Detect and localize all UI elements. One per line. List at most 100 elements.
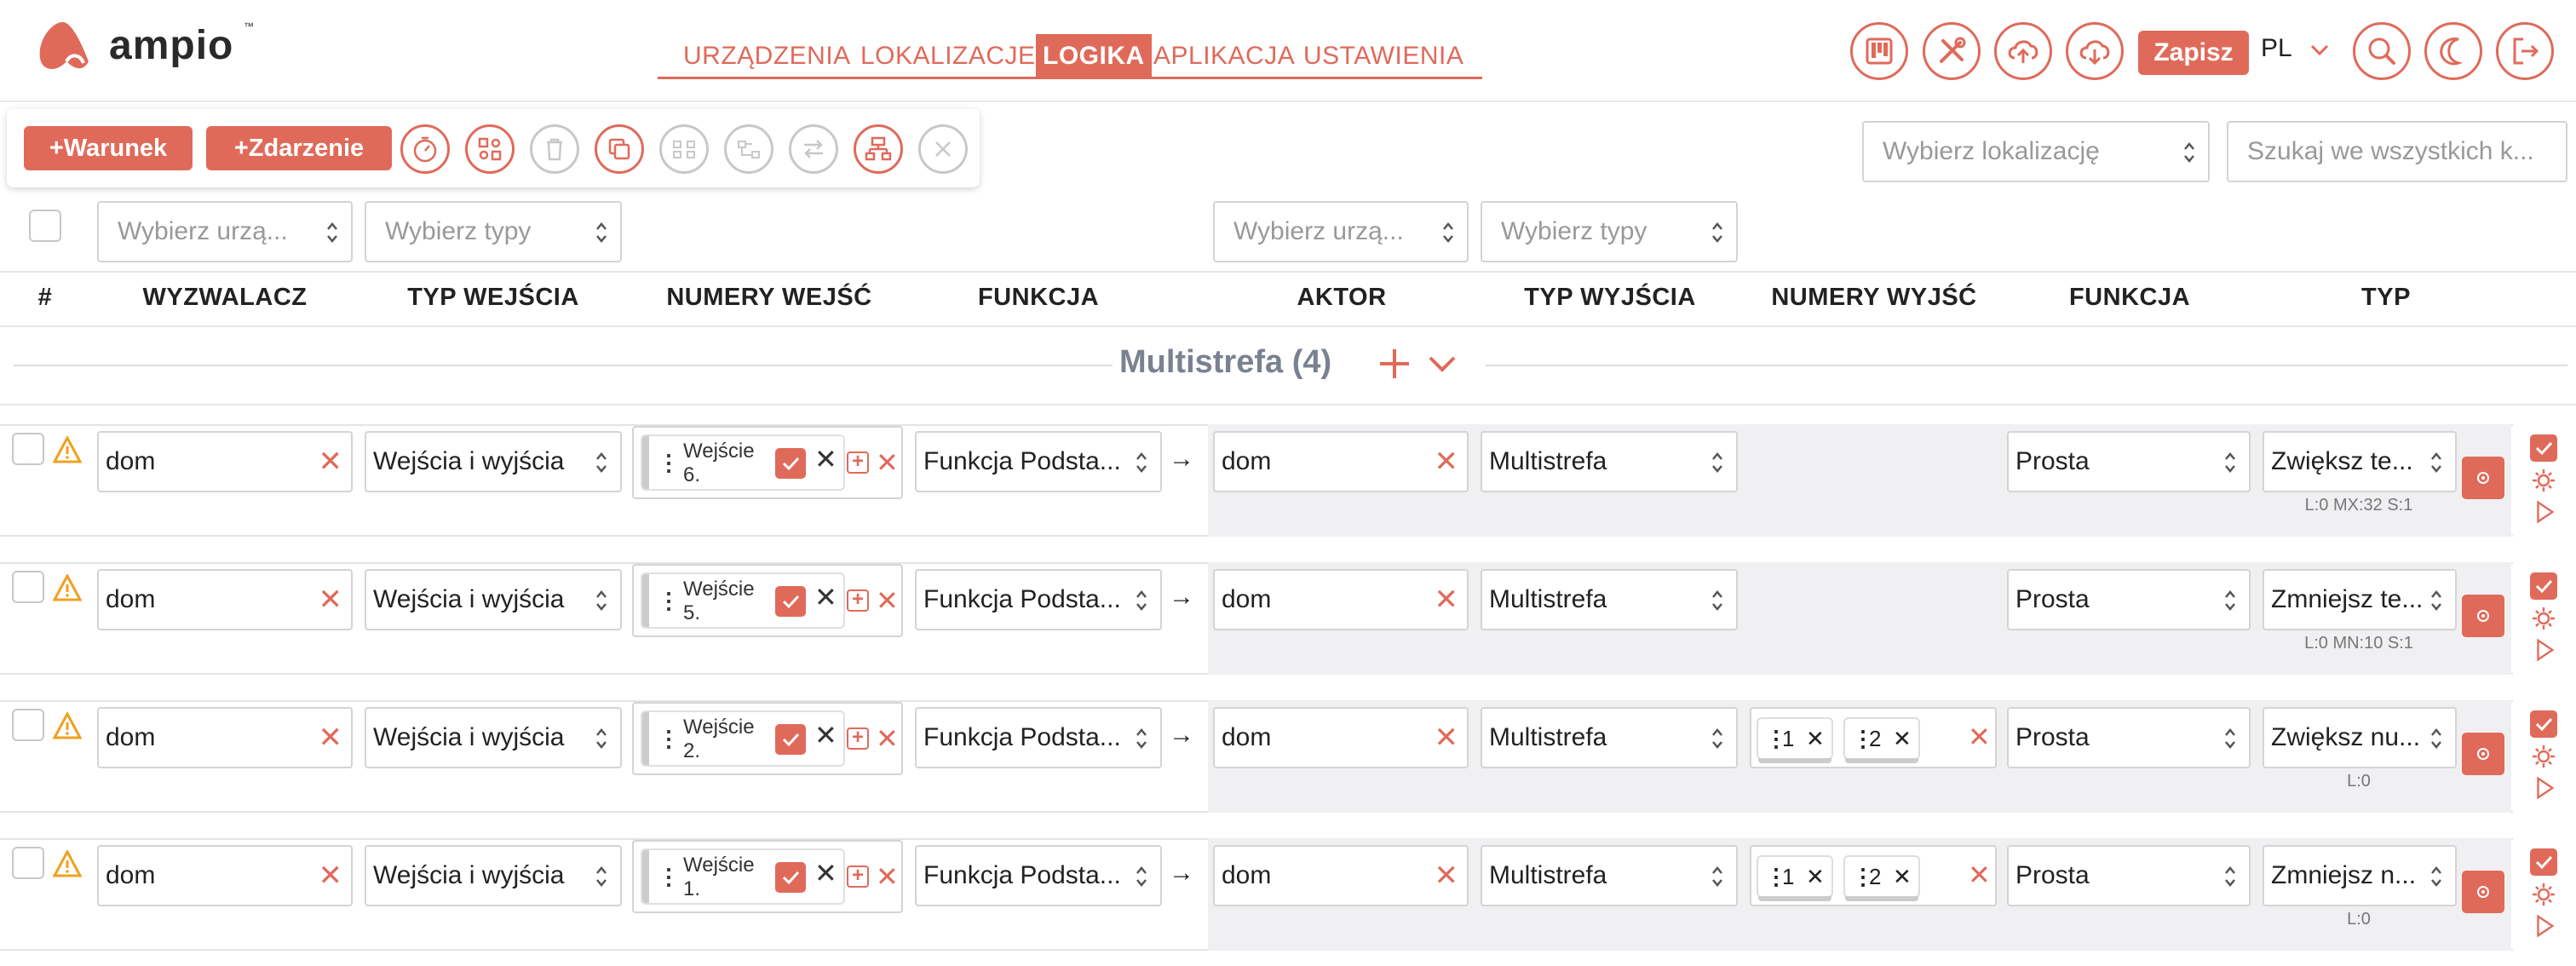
clear-inputs-icon[interactable]: ✕ bbox=[876, 722, 899, 755]
clear-button[interactable] bbox=[918, 124, 968, 174]
clear-trigger-icon[interactable]: ✕ bbox=[319, 433, 343, 491]
row-settings-button[interactable] bbox=[2462, 595, 2504, 637]
trigger-input[interactable]: dom ✕ bbox=[97, 431, 353, 492]
tab-logika[interactable]: LOGIKA bbox=[1036, 34, 1152, 78]
group-add-icon[interactable] bbox=[1378, 348, 1411, 380]
drag-handle-icon[interactable]: ⋮ bbox=[658, 726, 680, 752]
output-chip[interactable]: ⋮ 1 ✕ bbox=[1757, 717, 1833, 763]
action-type-select[interactable]: Zmniejsz te... bbox=[2263, 569, 2457, 630]
input-numbers-box[interactable]: ⋮ Wejście 2. ✕ + ✕ bbox=[632, 702, 903, 775]
play-icon[interactable] bbox=[2532, 637, 2557, 663]
input-numbers-box[interactable]: ⋮ Wejście 6. ✕ + ✕ bbox=[632, 426, 903, 499]
row-enabled-toggle[interactable] bbox=[2530, 434, 2557, 462]
trigger-type-filter[interactable]: Wybierz typy bbox=[365, 201, 622, 262]
input-entry[interactable]: ⋮ Wejście 2. ✕ bbox=[641, 710, 845, 767]
save-button[interactable]: Zapisz bbox=[2138, 31, 2249, 75]
play-icon[interactable] bbox=[2532, 499, 2557, 525]
remove-input-icon[interactable]: ✕ bbox=[814, 857, 837, 889]
function-select[interactable]: Funkcja Podsta... bbox=[915, 569, 1162, 630]
kanban-button[interactable] bbox=[1850, 22, 1908, 80]
gear-icon[interactable] bbox=[2530, 467, 2557, 494]
row-checkbox[interactable] bbox=[12, 433, 44, 465]
input-type-select[interactable]: Wejścia i wyjścia bbox=[365, 431, 622, 492]
play-icon[interactable] bbox=[2532, 775, 2557, 801]
row-settings-button[interactable] bbox=[2462, 457, 2504, 499]
location-select[interactable]: Wybierz lokalizację bbox=[1862, 121, 2210, 182]
clear-actor-icon[interactable]: ✕ bbox=[1435, 571, 1459, 629]
output-chip[interactable]: ⋮ 1 ✕ bbox=[1757, 855, 1833, 901]
add-input-icon[interactable]: + bbox=[847, 727, 869, 750]
row-checkbox[interactable] bbox=[12, 571, 44, 603]
output-type-select[interactable]: Multistrefa bbox=[1481, 569, 1738, 630]
gear-icon[interactable] bbox=[2530, 605, 2557, 632]
row-enabled-toggle[interactable] bbox=[2530, 710, 2557, 738]
global-search-input[interactable]: Szukaj we wszystkich k... bbox=[2227, 121, 2567, 182]
trigger-device-filter[interactable]: Wybierz urzą... bbox=[97, 201, 353, 262]
action-type-select[interactable]: Zwiększ nu... bbox=[2263, 707, 2457, 768]
output-type-select[interactable]: Multistrefa bbox=[1481, 845, 1738, 906]
remove-output-icon[interactable]: ✕ bbox=[1806, 857, 1825, 896]
clear-actor-icon[interactable]: ✕ bbox=[1435, 433, 1459, 491]
language-select[interactable]: PL bbox=[2261, 34, 2329, 72]
row-checkbox[interactable] bbox=[12, 847, 44, 879]
out-function-select[interactable]: Prosta bbox=[2007, 569, 2251, 630]
function-select[interactable]: Funkcja Podsta... bbox=[915, 431, 1162, 492]
remove-input-icon[interactable]: ✕ bbox=[814, 719, 837, 751]
tools-button[interactable] bbox=[1923, 22, 1981, 80]
tab-urzadzenia[interactable]: URZĄDZENIA bbox=[683, 34, 851, 78]
ungroup-button[interactable] bbox=[724, 124, 773, 174]
row-enabled-toggle[interactable] bbox=[2530, 848, 2557, 876]
output-numbers-box[interactable]: ⋮ 1 ✕ ⋮ 2 ✕ ✕ bbox=[1750, 707, 1997, 768]
confirm-input-button[interactable] bbox=[775, 448, 806, 479]
add-input-icon[interactable]: + bbox=[847, 865, 869, 888]
confirm-input-button[interactable] bbox=[775, 586, 806, 617]
out-function-select[interactable]: Prosta bbox=[2007, 707, 2251, 768]
dark-mode-button[interactable] bbox=[2424, 22, 2482, 80]
output-type-select[interactable]: Multistrefa bbox=[1481, 707, 1738, 768]
actor-input[interactable]: dom ✕ bbox=[1213, 845, 1469, 906]
play-icon[interactable] bbox=[2532, 913, 2557, 939]
swap-button[interactable] bbox=[789, 124, 838, 174]
tab-lokalizacje[interactable]: LOKALIZACJE bbox=[860, 34, 1036, 78]
function-select[interactable]: Funkcja Podsta... bbox=[915, 845, 1162, 906]
input-entry[interactable]: ⋮ Wejście 5. ✕ bbox=[641, 572, 845, 629]
actor-input[interactable]: dom ✕ bbox=[1213, 569, 1469, 630]
remove-output-icon[interactable]: ✕ bbox=[1893, 719, 1912, 758]
remove-input-icon[interactable]: ✕ bbox=[814, 581, 837, 613]
out-function-select[interactable]: Prosta bbox=[2007, 845, 2251, 906]
output-chip[interactable]: ⋮ 2 ✕ bbox=[1843, 717, 1920, 763]
input-type-select[interactable]: Wejścia i wyjścia bbox=[365, 707, 622, 768]
delete-button[interactable] bbox=[530, 124, 579, 174]
clear-outputs-icon[interactable]: ✕ bbox=[1968, 721, 1991, 753]
row-settings-button[interactable] bbox=[2462, 871, 2504, 913]
copy-button[interactable] bbox=[595, 124, 644, 174]
clear-trigger-icon[interactable]: ✕ bbox=[319, 571, 343, 629]
output-type-select[interactable]: Multistrefa bbox=[1481, 431, 1738, 492]
input-type-select[interactable]: Wejścia i wyjścia bbox=[365, 569, 622, 630]
actor-device-filter[interactable]: Wybierz urzą... bbox=[1213, 201, 1469, 262]
function-select[interactable]: Funkcja Podsta... bbox=[915, 707, 1162, 768]
row-checkbox[interactable] bbox=[12, 709, 44, 741]
clear-actor-icon[interactable]: ✕ bbox=[1435, 709, 1459, 767]
clear-trigger-icon[interactable]: ✕ bbox=[319, 847, 343, 905]
remove-input-icon[interactable]: ✕ bbox=[814, 443, 837, 475]
remove-output-icon[interactable]: ✕ bbox=[1806, 719, 1825, 758]
scene-button[interactable] bbox=[465, 124, 515, 174]
cloud-download-button[interactable] bbox=[2066, 22, 2124, 80]
drag-handle-icon[interactable]: ⋮ bbox=[658, 864, 680, 890]
group-button[interactable] bbox=[659, 124, 709, 174]
remove-output-icon[interactable]: ✕ bbox=[1893, 857, 1912, 896]
trigger-input[interactable]: dom ✕ bbox=[97, 845, 353, 906]
ampio-logo[interactable]: ampio ™ bbox=[32, 19, 288, 78]
confirm-input-button[interactable] bbox=[775, 862, 806, 893]
actor-input[interactable]: dom ✕ bbox=[1213, 431, 1469, 492]
input-type-select[interactable]: Wejścia i wyjścia bbox=[365, 845, 622, 906]
input-numbers-box[interactable]: ⋮ Wejście 1. ✕ + ✕ bbox=[632, 840, 903, 913]
group-collapse-icon[interactable] bbox=[1428, 353, 1457, 375]
row-settings-button[interactable] bbox=[2462, 733, 2504, 775]
clear-inputs-icon[interactable]: ✕ bbox=[876, 860, 899, 893]
output-chip[interactable]: ⋮ 2 ✕ bbox=[1843, 855, 1920, 901]
actor-type-filter[interactable]: Wybierz typy bbox=[1481, 201, 1738, 262]
select-all-checkbox[interactable] bbox=[29, 210, 61, 242]
timer-button[interactable] bbox=[400, 124, 450, 174]
